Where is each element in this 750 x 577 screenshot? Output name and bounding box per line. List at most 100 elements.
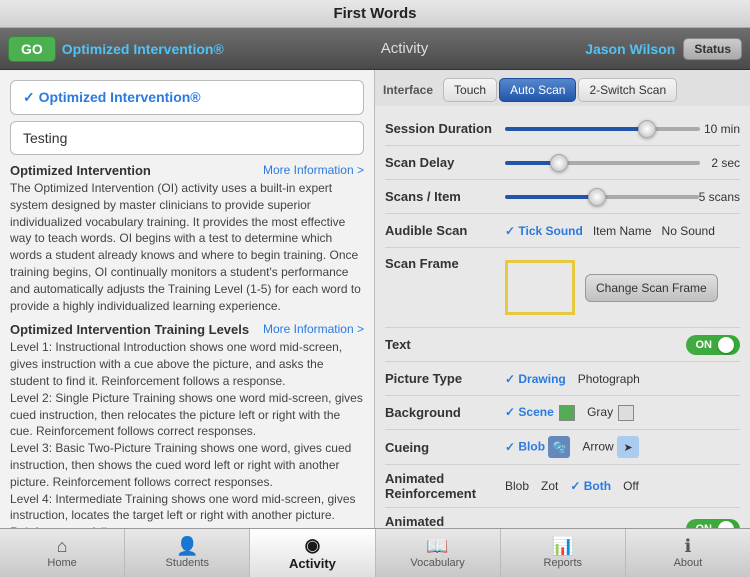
interface-label: Interface (383, 83, 433, 97)
arrow-icon: ➤ (617, 436, 639, 458)
session-duration-value: 10 min (700, 122, 740, 136)
scan-frame-label: Scan Frame (385, 256, 505, 271)
gray-swatch (618, 405, 634, 421)
animated-intro-label: Animated Introduction (385, 514, 505, 528)
change-scan-frame-button[interactable]: Change Scan Frame (585, 274, 718, 302)
oi-nav-label: Optimized Intervention® (62, 41, 224, 57)
tab-reports[interactable]: 📊 Reports (501, 529, 626, 577)
background-options: Scene Gray (505, 405, 740, 421)
off-option[interactable]: Off (623, 479, 639, 493)
user-name: Jason Wilson (585, 41, 675, 57)
tab-2switch[interactable]: 2-Switch Scan (578, 78, 677, 102)
scan-delay-slider[interactable] (505, 161, 700, 165)
scene-swatch (559, 405, 575, 421)
tab-home[interactable]: ⌂ Home (0, 529, 125, 577)
status-button[interactable]: Status (683, 38, 742, 60)
tab-bar: ⌂ Home 👤 Students ◉ Activity 📖 Vocabular… (0, 528, 750, 577)
vocabulary-icon: 📖 (426, 537, 448, 555)
oi-description: The Optimized Intervention (OI) activity… (10, 180, 364, 314)
scan-frame-box[interactable] (505, 260, 575, 315)
background-row: Background Scene Gray (385, 396, 740, 430)
tab-about-label: About (674, 557, 703, 569)
picture-type-row: Picture Type Drawing Photograph (385, 362, 740, 396)
training-more-info[interactable]: More Information > (263, 322, 364, 336)
session-duration-thumb[interactable] (638, 120, 656, 138)
cueing-options: Blob 🫧 Arrow ➤ (505, 436, 740, 458)
animated-reinforcement-label: Animated Reinforcement (385, 471, 505, 501)
cueing-row: Cueing Blob 🫧 Arrow ➤ (385, 430, 740, 465)
scan-frame-area: Change Scan Frame (505, 256, 740, 319)
tab-home-label: Home (47, 557, 76, 569)
cueing-label: Cueing (385, 440, 505, 455)
tab-vocabulary[interactable]: 📖 Vocabulary (376, 529, 501, 577)
drawing-option[interactable]: Drawing (505, 372, 566, 386)
home-icon: ⌂ (57, 537, 68, 555)
left-panel: Optimized Intervention® Testing Optimize… (0, 70, 375, 528)
tab-activity[interactable]: ◉ Activity (250, 529, 375, 577)
option-testing[interactable]: Testing (10, 121, 364, 155)
scans-per-item-row: Scans / Item 5 scans (385, 180, 740, 214)
scan-delay-row: Scan Delay 2 sec (385, 146, 740, 180)
scan-delay-thumb[interactable] (550, 154, 568, 172)
students-icon: 👤 (176, 537, 198, 555)
session-duration-track[interactable] (505, 127, 700, 131)
tab-vocabulary-label: Vocabulary (410, 557, 464, 569)
audible-scan-row: Audible Scan Tick Sound Item Name No Sou… (385, 214, 740, 248)
tab-auto-scan[interactable]: Auto Scan (499, 78, 576, 102)
no-sound-option[interactable]: No Sound (662, 224, 715, 238)
scan-delay-value: 2 sec (700, 156, 740, 170)
settings-area: Session Duration 10 min Scan Delay 2 sec (375, 106, 750, 528)
session-duration-slider[interactable] (505, 127, 700, 131)
scans-per-item-value: 5 scans (699, 190, 740, 204)
tab-reports-label: Reports (544, 557, 583, 569)
training-description: Level 1: Instructional Introduction show… (10, 339, 364, 528)
main-content: Optimized Intervention® Testing Optimize… (0, 70, 750, 528)
scans-per-item-slider[interactable] (505, 195, 699, 199)
blob-option[interactable]: Blob 🫧 (505, 436, 570, 458)
arrow-cueing-option[interactable]: Arrow ➤ (582, 436, 639, 458)
picture-type-options: Drawing Photograph (505, 372, 740, 386)
scans-per-item-label: Scans / Item (385, 189, 505, 204)
tab-students-label: Students (166, 557, 209, 569)
both-option[interactable]: Both (570, 479, 611, 493)
tab-activity-label: Activity (289, 556, 336, 571)
audible-scan-label: Audible Scan (385, 223, 505, 238)
nav-bar: GO Optimized Intervention® Activity Jaso… (0, 28, 750, 70)
training-levels-header: Optimized Intervention Training Levels M… (10, 322, 364, 337)
animated-reinforcement-row: Animated Reinforcement Blob Zot Both Off (385, 465, 740, 508)
scans-per-item-thumb[interactable] (588, 188, 606, 206)
session-duration-row: Session Duration 10 min (385, 112, 740, 146)
animated-intro-toggle[interactable]: ON (686, 519, 741, 528)
reports-icon: 📊 (552, 537, 574, 555)
session-duration-label: Session Duration (385, 121, 505, 136)
scans-per-item-track[interactable] (505, 195, 699, 199)
scan-delay-track[interactable] (505, 161, 700, 165)
gray-option[interactable]: Gray (587, 405, 634, 421)
tick-sound-option[interactable]: Tick Sound (505, 224, 583, 238)
tab-students[interactable]: 👤 Students (125, 529, 250, 577)
tab-about[interactable]: ℹ About (626, 529, 750, 577)
animated-reinforcement-options: Blob Zot Both Off (505, 479, 740, 493)
tab-touch[interactable]: Touch (443, 78, 497, 102)
option-oi[interactable]: Optimized Intervention® (10, 80, 364, 115)
about-icon: ℹ (685, 537, 692, 555)
text-row: Text ON (385, 328, 740, 362)
audible-options: Tick Sound Item Name No Sound (505, 224, 740, 238)
title-bar: First Words (0, 0, 750, 28)
scan-frame-row: Scan Frame Change Scan Frame (385, 248, 740, 328)
blob-icon: 🫧 (548, 436, 570, 458)
oi-more-info[interactable]: More Information > (263, 163, 364, 177)
scan-delay-label: Scan Delay (385, 155, 505, 170)
go-button[interactable]: GO (8, 36, 56, 62)
text-toggle[interactable]: ON (686, 335, 741, 355)
blob-reinf-option[interactable]: Blob (505, 479, 529, 493)
photograph-option[interactable]: Photograph (578, 372, 640, 386)
scene-option[interactable]: Scene (505, 405, 575, 421)
text-label: Text (385, 337, 505, 352)
activity-icon: ◉ (305, 536, 321, 554)
right-panel: Interface Touch Auto Scan 2-Switch Scan … (375, 70, 750, 528)
interface-tabs: Interface Touch Auto Scan 2-Switch Scan (375, 70, 750, 106)
item-name-option[interactable]: Item Name (593, 224, 652, 238)
zot-option[interactable]: Zot (541, 479, 558, 493)
animated-intro-row: Animated Introduction ON (385, 508, 740, 528)
